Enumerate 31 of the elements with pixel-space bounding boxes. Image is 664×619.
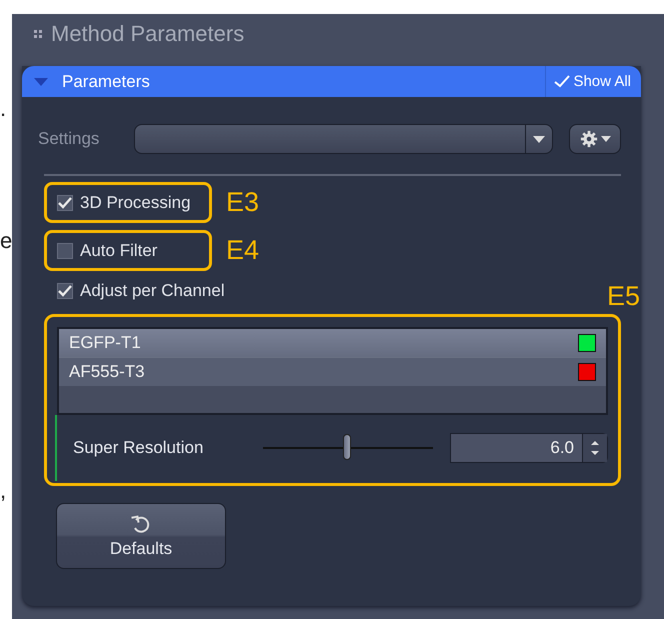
checkbox[interactable] — [57, 283, 73, 299]
annotation-label: E4 — [226, 235, 260, 266]
number-field[interactable]: 6.0 — [450, 433, 608, 463]
checkmark-icon — [554, 75, 570, 88]
annotation-label: E5 — [606, 281, 640, 312]
show-all-toggle[interactable]: Show All — [545, 66, 641, 97]
slider-thumb[interactable] — [343, 434, 351, 460]
checkbox-option[interactable]: Auto Filter — [57, 240, 158, 260]
settings-gear-button[interactable] — [569, 124, 621, 154]
channel-item[interactable]: AF555-T3 — [59, 357, 606, 386]
gear-icon — [579, 130, 599, 148]
spin-arrows-icon[interactable] — [582, 434, 607, 462]
channel-item[interactable]: EGFP-T1 — [59, 329, 606, 357]
checkbox[interactable] — [57, 194, 73, 210]
annotation-label: E3 — [226, 187, 260, 218]
checkbox-option[interactable]: 3D Processing — [57, 192, 191, 212]
undo-arrow-icon — [130, 514, 152, 536]
checkbox[interactable] — [57, 242, 73, 258]
dropdown-arrow-icon[interactable] — [533, 136, 545, 142]
document-text-fragment: , — [0, 480, 6, 502]
checkbox-option[interactable]: Adjust per Channel — [57, 281, 225, 301]
document-text-fragment: . — [0, 98, 6, 120]
document-text-fragment: e — [0, 230, 12, 252]
caret-icon — [601, 136, 611, 142]
grip-icon — [34, 30, 42, 38]
section-title: Parameters — [62, 72, 151, 92]
settings-label: Settings — [38, 129, 100, 149]
defaults-button[interactable]: Defaults — [56, 503, 226, 569]
slider-label: Super Resolution — [73, 438, 204, 458]
section-header[interactable]: Parameters Show All — [22, 66, 641, 97]
panel-title: Method Parameters — [51, 21, 244, 47]
